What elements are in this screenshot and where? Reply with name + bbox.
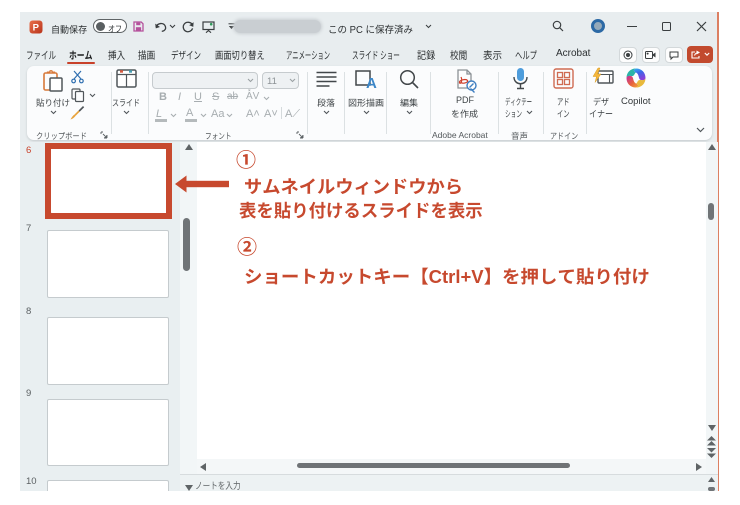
svg-text:P: P [33, 23, 40, 34]
svg-text:A: A [366, 75, 377, 92]
